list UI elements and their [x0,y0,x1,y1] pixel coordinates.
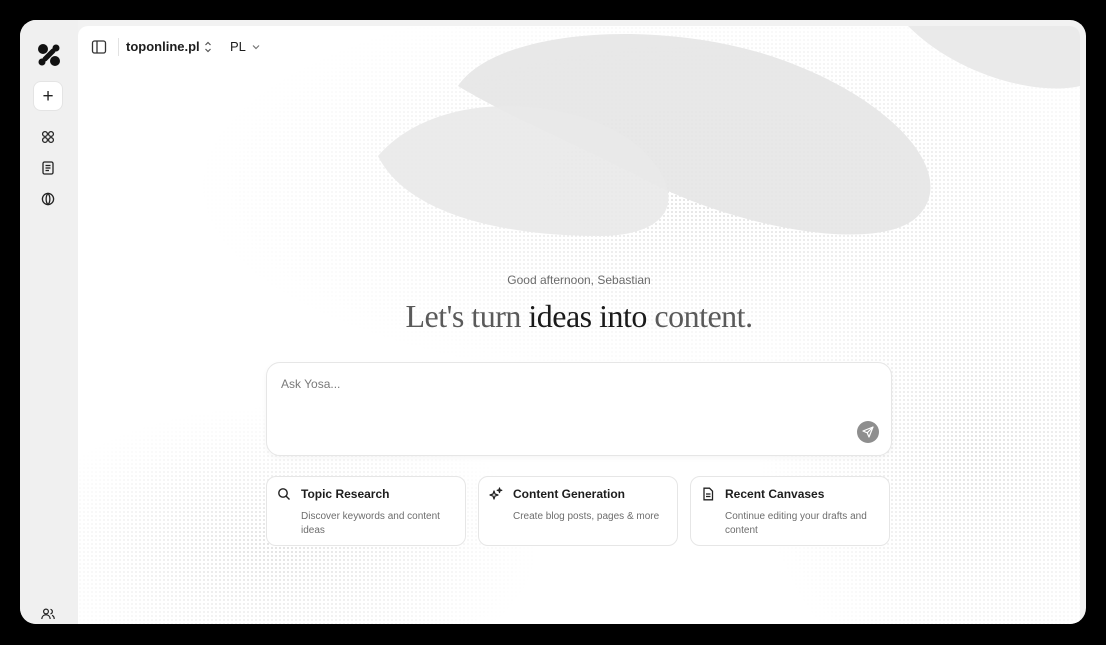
app-window: + toponline.pl PL Good afternoon, Sebast… [20,20,1086,624]
card-description: Discover keywords and content ideas [301,511,440,536]
new-chat-button[interactable]: + [34,82,62,110]
chevron-updown-icon[interactable] [203,40,213,54]
top-bar: toponline.pl PL [78,26,1080,68]
sidebar-item-grid[interactable] [34,123,62,151]
card-description: Continue editing your drafts and content [725,511,867,536]
card-title: Content Generation [513,487,626,501]
sidebar: + [20,20,78,624]
chevron-down-icon[interactable] [251,43,261,51]
card-title: Recent Canvases [725,487,825,501]
greeting-text: Good afternoon, Sebastian [507,273,651,287]
headline-part [592,298,600,334]
sidebar-item-documents[interactable] [34,154,62,182]
card-description: Create blog posts, pages & more [513,511,660,522]
language-selector[interactable]: PL [230,39,246,54]
sparkles-icon [489,487,503,500]
users-icon [41,608,55,620]
plus-icon: + [42,85,54,107]
headline-emphasis: ideas [528,298,592,334]
main-content: toponline.pl PL Good afternoon, Sebastia… [78,26,1080,624]
topbar-divider [118,38,119,56]
card-topic-research[interactable]: Topic Research Discover keywords and con… [266,476,466,546]
sidebar-item-team[interactable] [34,600,62,624]
grid-icon [41,130,55,144]
panel-toggle-icon[interactable] [91,39,107,55]
send-icon [862,426,874,438]
send-button[interactable] [857,421,879,443]
headline-emphasis: into [599,298,647,334]
sidebar-item-globe[interactable] [34,185,62,213]
headline-part: content. [646,298,753,334]
page-headline: Let's turn ideas into content. [78,298,1080,335]
search-icon [278,488,290,500]
prompt-box [266,362,892,456]
document-icon [703,487,714,501]
card-title: Topic Research [301,487,390,501]
quick-actions: Topic Research Discover keywords and con… [266,476,892,548]
prompt-input[interactable] [281,377,841,391]
app-logo-icon[interactable] [36,42,62,68]
card-recent-canvases[interactable]: Recent Canvases Continue editing your dr… [690,476,890,546]
card-content-generation[interactable]: Content Generation Create blog posts, pa… [478,476,678,546]
site-selector[interactable]: toponline.pl [126,39,200,54]
document-icon [42,161,54,175]
device-frame: + toponline.pl PL Good afternoon, Sebast… [0,0,1106,645]
globe-icon [41,192,55,206]
headline-part: Let's turn [405,298,529,334]
